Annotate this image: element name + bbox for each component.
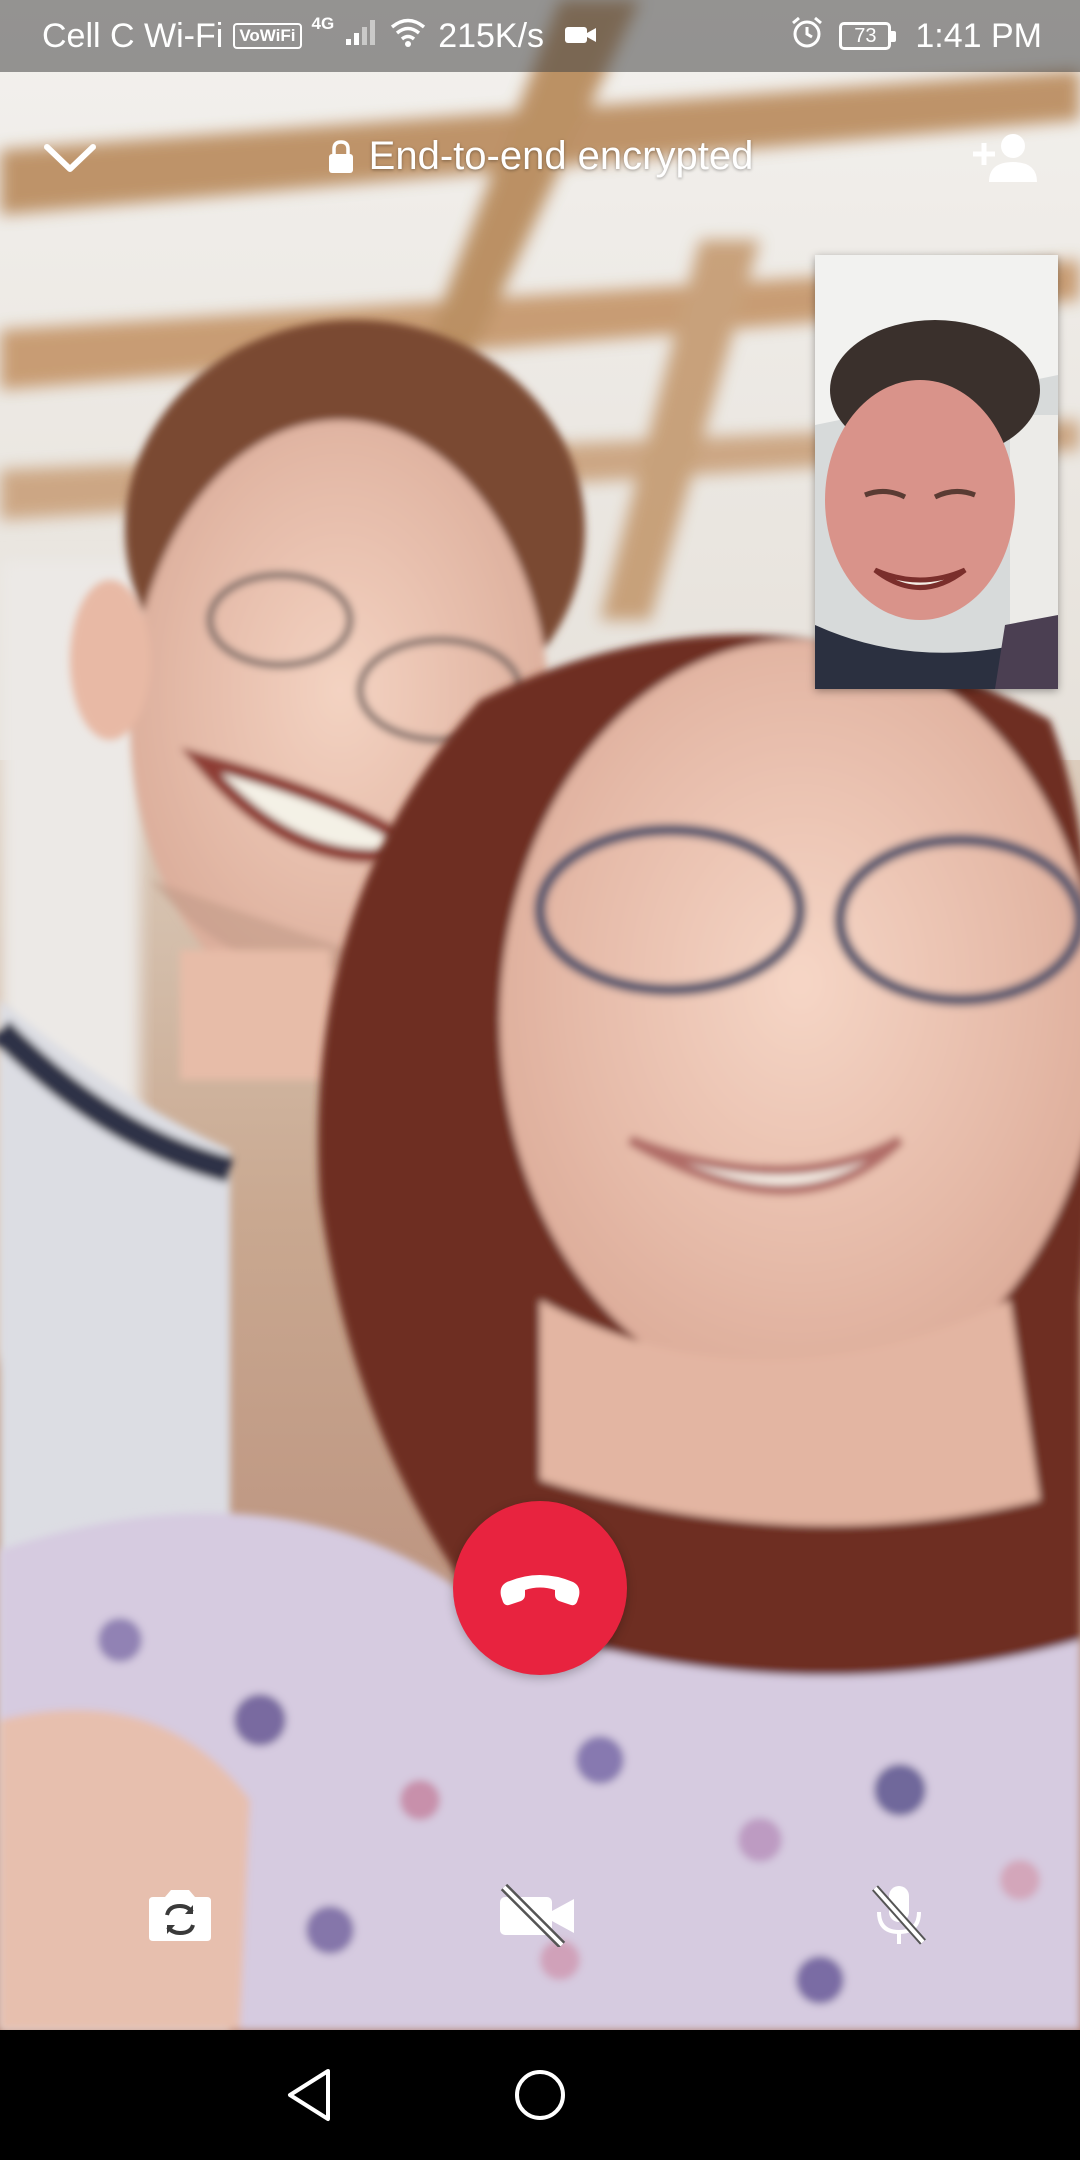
navigation-bar xyxy=(0,2030,1080,2160)
status-bar: Cell C Wi-Fi VoWiFi 4G 215K/s 73 1:41 PM xyxy=(0,0,1080,72)
battery-icon: 73 xyxy=(839,22,897,50)
video-call-screen: Cell C Wi-Fi VoWiFi 4G 215K/s 73 1:41 PM… xyxy=(0,0,1080,2160)
clock: 1:41 PM xyxy=(915,16,1042,55)
back-button[interactable] xyxy=(274,2060,344,2130)
mic-off-icon xyxy=(872,1885,926,1945)
add-participant-icon xyxy=(973,134,1037,182)
battery-level: 73 xyxy=(854,24,877,47)
data-speed: 215K/s xyxy=(438,16,545,55)
end-call-icon xyxy=(500,1575,580,1606)
back-icon xyxy=(288,2069,330,2121)
encryption-label: End-to-end encrypted xyxy=(368,134,754,178)
encryption-status: End-to-end encrypted xyxy=(0,134,1080,179)
toggle-video-button[interactable] xyxy=(493,1870,583,1960)
self-preview-image xyxy=(815,255,1058,689)
call-header: End-to-end encrypted xyxy=(0,110,1080,200)
wifi-icon xyxy=(388,16,428,57)
add-participant-button[interactable] xyxy=(964,122,1044,192)
lock-icon xyxy=(328,139,353,173)
signal-icon xyxy=(344,17,378,56)
carrier-name: Cell C Wi-Fi xyxy=(42,16,224,55)
vowifi-icon: VoWiFi xyxy=(233,23,302,49)
video-status-icon xyxy=(564,17,598,56)
status-left-group: Cell C Wi-Fi VoWiFi 4G 215K/s xyxy=(42,0,598,72)
status-right-group: 73 1:41 PM xyxy=(789,0,1042,72)
switch-camera-icon xyxy=(149,1890,211,1941)
alarm-icon xyxy=(789,14,825,59)
switch-camera-button[interactable] xyxy=(135,1870,225,1960)
end-call-button[interactable] xyxy=(453,1501,627,1675)
home-button[interactable] xyxy=(505,2060,575,2130)
self-preview-video[interactable] xyxy=(815,255,1058,689)
toggle-mic-button[interactable] xyxy=(854,1870,944,1960)
video-off-icon xyxy=(500,1883,574,1947)
home-icon xyxy=(515,2070,565,2120)
network-type: 4G xyxy=(311,14,335,33)
call-controls xyxy=(0,1870,1080,1960)
